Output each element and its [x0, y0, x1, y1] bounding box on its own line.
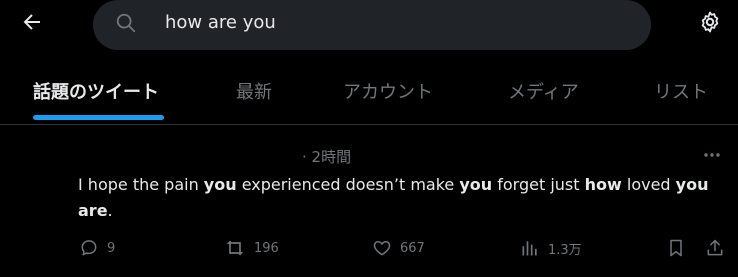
- more-dots-icon: [704, 153, 720, 157]
- tweet-text-highlight: how: [584, 175, 622, 194]
- bookmark-button[interactable]: [666, 238, 686, 258]
- retweet-count: 196: [254, 240, 279, 256]
- tab-latest[interactable]: 最新: [236, 78, 272, 104]
- tab-top[interactable]: 話題のツイート: [33, 78, 159, 104]
- tweet-text-part: loved: [621, 175, 676, 194]
- reply-icon: [81, 240, 97, 256]
- analytics-icon: [522, 241, 537, 256]
- search-input[interactable]: how are you: [165, 12, 276, 33]
- reply-count: 9: [107, 240, 116, 256]
- like-count: 667: [400, 240, 425, 256]
- tweet-text: I hope the pain you experienced doesn’t …: [78, 172, 728, 224]
- active-tab-indicator: [33, 115, 164, 120]
- tab-media[interactable]: メディア: [508, 78, 579, 104]
- tweet-text-part: experienced doesn’t make: [236, 175, 460, 194]
- search-tabs: 話題のツイート 最新 アカウント メディア リスト: [0, 55, 738, 122]
- retweet-button[interactable]: 196: [224, 238, 279, 258]
- views-count: 1.3万: [548, 242, 582, 258]
- back-button[interactable]: [18, 8, 46, 36]
- tweet-text-part: .: [107, 201, 113, 220]
- tweet-timestamp[interactable]: · 2時間: [302, 146, 351, 167]
- arrow-left-icon: [23, 14, 40, 30]
- heart-icon: [373, 241, 391, 256]
- tweet-text-part: forget just: [492, 175, 585, 194]
- gear-icon: [701, 11, 719, 33]
- tab-lists[interactable]: リスト: [654, 78, 708, 104]
- retweet-icon: [226, 240, 244, 256]
- more-button[interactable]: [702, 145, 722, 165]
- bookmark-icon: [670, 239, 682, 257]
- tweet-text-highlight: you: [675, 175, 709, 194]
- share-icon: [707, 239, 723, 256]
- search-results-page: how are you 話題のツイート 最新 アカウント メディア リスト · …: [0, 0, 738, 277]
- search-settings-button[interactable]: [698, 10, 722, 34]
- views-button[interactable]: 1.3万: [520, 238, 582, 258]
- like-button[interactable]: 667: [372, 238, 425, 258]
- tweet-text-highlight: you: [203, 175, 237, 194]
- share-button[interactable]: [705, 238, 725, 258]
- tab-accounts[interactable]: アカウント: [343, 78, 433, 104]
- search-icon: [116, 13, 136, 33]
- reply-button[interactable]: 9: [79, 238, 115, 258]
- tweet-text-part: I hope the pain: [78, 175, 204, 194]
- divider: [0, 124, 738, 125]
- search-box[interactable]: how are you: [93, 0, 651, 50]
- tweet-text-highlight: are: [78, 201, 108, 220]
- tweet-text-highlight: you: [459, 175, 493, 194]
